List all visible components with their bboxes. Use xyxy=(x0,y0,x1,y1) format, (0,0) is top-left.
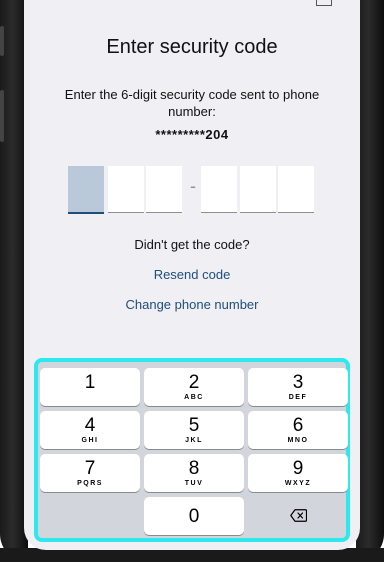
key-digit: 1 xyxy=(84,372,96,393)
key-letters: ABC xyxy=(184,394,204,401)
key-6[interactable]: 6 MNO xyxy=(248,411,348,449)
key-7[interactable]: 7 PQRS xyxy=(40,454,140,492)
key-letters: GHI xyxy=(81,437,99,444)
backspace-button[interactable] xyxy=(248,497,348,535)
key-digit: 7 xyxy=(84,458,96,479)
phone-bezel-right xyxy=(356,0,384,562)
side-button xyxy=(0,90,4,142)
key-4[interactable]: 4 GHI xyxy=(40,411,140,449)
key-letters: PQRS xyxy=(77,480,103,487)
key-8[interactable]: 8 TUV xyxy=(144,454,244,492)
code-separator: - xyxy=(190,176,196,196)
phone-bezel-bottom xyxy=(0,548,384,562)
key-digit: 5 xyxy=(188,415,200,436)
key-letters: MNO xyxy=(287,437,309,444)
code-digit-5[interactable] xyxy=(240,166,276,213)
side-button xyxy=(0,26,4,56)
key-digit: 3 xyxy=(292,372,304,393)
key-letters: TUV xyxy=(184,480,204,487)
code-digit-3[interactable] xyxy=(146,166,182,213)
page-title: Enter security code xyxy=(106,36,278,58)
code-digit-6[interactable] xyxy=(278,166,314,213)
numeric-keypad: 1 2 ABC 3 DEF 4 GHI 5 JKL 6 MNO 7 PQRS 8 xyxy=(34,358,350,542)
key-letters: JKL xyxy=(185,437,203,444)
resend-code-link[interactable]: Resend code xyxy=(24,267,360,282)
key-digit: 2 xyxy=(188,372,200,393)
key-digit: 9 xyxy=(292,458,304,479)
code-digit-2[interactable] xyxy=(108,166,144,213)
key-1[interactable]: 1 xyxy=(40,368,140,406)
instruction-text: Enter the 6-digit security code sent to … xyxy=(64,87,320,119)
key-2[interactable]: 2 ABC xyxy=(144,368,244,406)
key-3[interactable]: 3 DEF xyxy=(248,368,348,406)
key-letters: DEF xyxy=(288,394,308,401)
key-5[interactable]: 5 JKL xyxy=(144,411,244,449)
key-0[interactable]: 0 xyxy=(144,497,244,535)
code-digit-1[interactable] xyxy=(68,166,104,214)
key-letters: WXYZ xyxy=(284,480,312,487)
code-digit-4[interactable] xyxy=(201,166,237,213)
didnt-get-code-label: Didn't get the code? xyxy=(134,237,250,252)
key-digit: 6 xyxy=(292,415,304,436)
key-9[interactable]: 9 WXYZ xyxy=(248,454,348,492)
key-digit: 8 xyxy=(188,458,200,479)
backspace-icon xyxy=(290,509,307,522)
key-digit: 0 xyxy=(188,506,200,527)
key-digit: 4 xyxy=(84,415,96,436)
masked-phone-number: *********204 xyxy=(155,127,229,142)
phone-frame: Enter security code Enter the 6-digit se… xyxy=(0,0,384,562)
status-bar-edge xyxy=(316,0,332,6)
change-phone-number-link[interactable]: Change phone number xyxy=(24,297,360,312)
